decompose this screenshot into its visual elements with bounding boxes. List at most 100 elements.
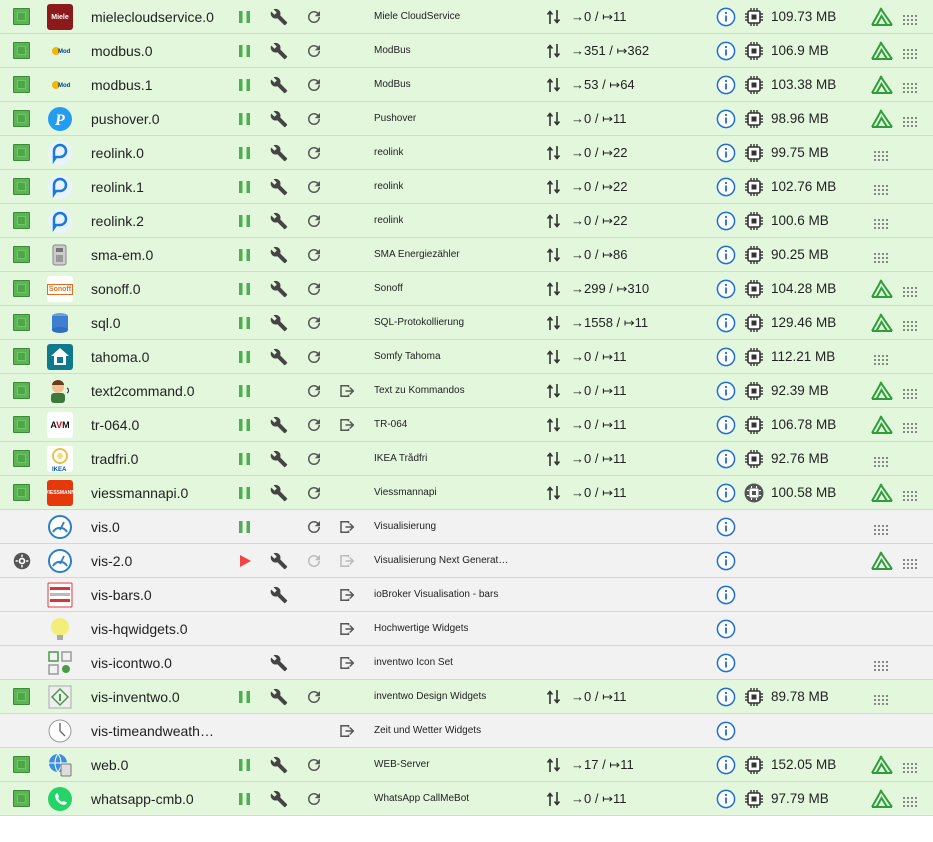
drag-handle-icon[interactable] [874, 182, 888, 195]
wrench-icon[interactable] [270, 212, 288, 230]
drag-handle-icon[interactable] [874, 250, 888, 263]
wrench-icon[interactable] [270, 280, 288, 298]
settings-gear-icon[interactable] [13, 552, 31, 570]
enable-checkbox[interactable] [13, 42, 30, 59]
info-icon[interactable] [716, 347, 736, 367]
enable-checkbox[interactable] [13, 382, 30, 399]
wrench-icon[interactable] [270, 76, 288, 94]
pause-icon[interactable] [236, 280, 254, 298]
pause-icon[interactable] [236, 212, 254, 230]
reload-icon[interactable] [305, 518, 323, 536]
info-icon[interactable] [716, 381, 736, 401]
enable-checkbox[interactable] [13, 212, 30, 229]
enable-checkbox[interactable] [13, 348, 30, 365]
reload-icon[interactable] [305, 484, 323, 502]
reload-icon[interactable] [305, 790, 323, 808]
pause-icon[interactable] [236, 688, 254, 706]
enable-checkbox[interactable] [13, 450, 30, 467]
info-icon[interactable] [716, 483, 736, 503]
wrench-icon[interactable] [270, 552, 288, 570]
reload-icon[interactable] [305, 756, 323, 774]
pause-icon[interactable] [236, 484, 254, 502]
wrench-icon[interactable] [270, 42, 288, 60]
info-icon[interactable] [716, 687, 736, 707]
enable-checkbox[interactable] [13, 688, 30, 705]
pause-icon[interactable] [236, 76, 254, 94]
reload-icon[interactable] [305, 688, 323, 706]
info-icon[interactable] [716, 415, 736, 435]
open-web-icon[interactable] [338, 382, 356, 400]
info-icon[interactable] [716, 211, 736, 231]
wrench-icon[interactable] [270, 8, 288, 26]
drag-handle-icon[interactable] [874, 658, 888, 671]
wrench-icon[interactable] [270, 314, 288, 332]
wrench-icon[interactable] [270, 586, 288, 604]
info-icon[interactable] [716, 551, 736, 571]
drag-handle-icon[interactable] [903, 46, 917, 59]
reload-icon[interactable] [305, 144, 323, 162]
drag-handle-icon[interactable] [874, 692, 888, 705]
drag-handle-icon[interactable] [903, 80, 917, 93]
reload-icon[interactable] [305, 42, 323, 60]
wrench-icon[interactable] [270, 450, 288, 468]
pause-icon[interactable] [236, 8, 254, 26]
reload-icon[interactable] [305, 110, 323, 128]
info-icon[interactable] [716, 75, 736, 95]
open-web-icon[interactable] [338, 416, 356, 434]
reload-icon[interactable] [305, 348, 323, 366]
wrench-icon[interactable] [270, 416, 288, 434]
drag-handle-icon[interactable] [903, 114, 917, 127]
wrench-icon[interactable] [270, 654, 288, 672]
info-icon[interactable] [716, 517, 736, 537]
info-icon[interactable] [716, 721, 736, 741]
drag-handle-icon[interactable] [903, 318, 917, 331]
wrench-icon[interactable] [270, 756, 288, 774]
pause-icon[interactable] [236, 144, 254, 162]
pause-icon[interactable] [236, 246, 254, 264]
wrench-icon[interactable] [270, 178, 288, 196]
wrench-icon[interactable] [270, 790, 288, 808]
pause-icon[interactable] [236, 756, 254, 774]
reload-icon[interactable] [305, 314, 323, 332]
reload-icon[interactable] [305, 416, 323, 434]
reload-icon[interactable] [305, 178, 323, 196]
pause-icon[interactable] [236, 450, 254, 468]
drag-handle-icon[interactable] [903, 794, 917, 807]
drag-handle-icon[interactable] [903, 12, 917, 25]
drag-handle-icon[interactable] [903, 488, 917, 501]
info-icon[interactable] [716, 653, 736, 673]
drag-handle-icon[interactable] [874, 216, 888, 229]
open-web-icon[interactable] [338, 722, 356, 740]
wrench-icon[interactable] [270, 144, 288, 162]
enable-checkbox[interactable] [13, 8, 30, 25]
pause-icon[interactable] [236, 382, 254, 400]
reload-icon[interactable] [305, 382, 323, 400]
info-icon[interactable] [716, 789, 736, 809]
drag-handle-icon[interactable] [874, 454, 888, 467]
play-icon[interactable] [236, 552, 254, 570]
pause-icon[interactable] [236, 416, 254, 434]
info-icon[interactable] [716, 619, 736, 639]
drag-handle-icon[interactable] [903, 556, 917, 569]
open-web-icon[interactable] [338, 586, 356, 604]
drag-handle-icon[interactable] [874, 352, 888, 365]
enable-checkbox[interactable] [13, 110, 30, 127]
enable-checkbox[interactable] [13, 756, 30, 773]
drag-handle-icon[interactable] [903, 284, 917, 297]
info-icon[interactable] [716, 585, 736, 605]
info-icon[interactable] [716, 143, 736, 163]
info-icon[interactable] [716, 7, 736, 27]
pause-icon[interactable] [236, 314, 254, 332]
enable-checkbox[interactable] [13, 246, 30, 263]
enable-checkbox[interactable] [13, 790, 30, 807]
enable-checkbox[interactable] [13, 178, 30, 195]
wrench-icon[interactable] [270, 484, 288, 502]
pause-icon[interactable] [236, 348, 254, 366]
drag-handle-icon[interactable] [874, 148, 888, 161]
enable-checkbox[interactable] [13, 144, 30, 161]
drag-handle-icon[interactable] [903, 760, 917, 773]
enable-checkbox[interactable] [13, 314, 30, 331]
enable-checkbox[interactable] [13, 484, 30, 501]
enable-checkbox[interactable] [13, 280, 30, 297]
info-icon[interactable] [716, 41, 736, 61]
